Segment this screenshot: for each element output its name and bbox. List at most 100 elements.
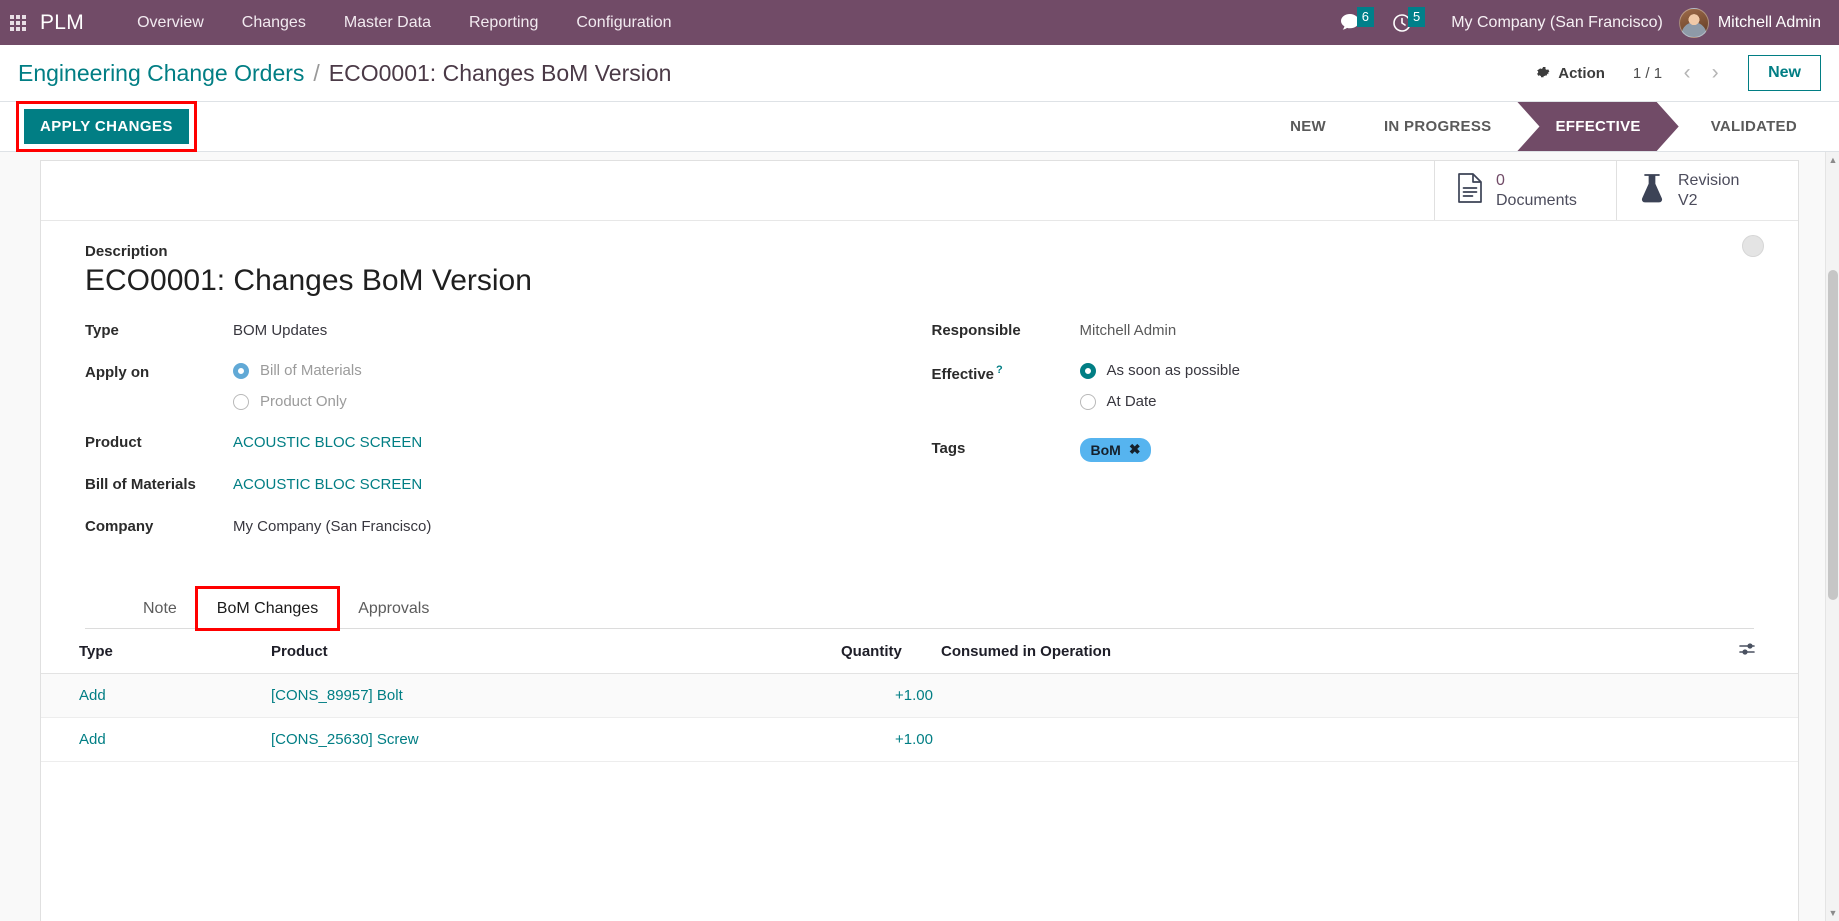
action-label: Action: [1558, 64, 1605, 82]
menu-item-configuration[interactable]: Configuration: [557, 3, 690, 43]
label-effective-text: Effective: [931, 366, 995, 383]
description-label: Description: [85, 243, 168, 260]
row-product-link[interactable]: [CONS_25630] Screw: [271, 731, 419, 748]
description-input[interactable]: ECO0001: Changes BoM Version: [85, 264, 1754, 298]
table-row[interactable]: Add [CONS_25630] Screw +1.00: [41, 717, 1798, 762]
tab-approvals[interactable]: Approvals: [338, 588, 449, 629]
label-tags: Tags: [931, 440, 966, 457]
stage-statusbar: NEW IN PROGRESS EFFECTIVE VALIDATED: [1258, 102, 1839, 151]
tags-field[interactable]: BoM ✖: [1079, 438, 1151, 462]
close-icon[interactable]: ✖: [1129, 441, 1141, 458]
apply-changes-button[interactable]: APPLY CHANGES: [24, 109, 189, 144]
form-body: Description ECO0001: Changes BoM Version…: [41, 221, 1798, 631]
row-product-link[interactable]: [CONS_89957] Bolt: [271, 687, 403, 704]
messages-badge: 6: [1356, 6, 1374, 27]
tab-bom-changes[interactable]: BoM Changes: [194, 586, 341, 631]
row-quantity[interactable]: +1.00: [895, 687, 933, 704]
scroll-down-arrow[interactable]: ▼: [1828, 907, 1838, 919]
breadcrumb-root-link[interactable]: Engineering Change Orders: [18, 60, 304, 87]
scroll-up-arrow[interactable]: ▲: [1828, 154, 1838, 166]
field-row-company: Company My Company (San Francisco): [85, 516, 920, 540]
stage-new[interactable]: NEW: [1258, 102, 1352, 151]
label-bill-of-materials: Bill of Materials: [85, 476, 196, 493]
cell-operation[interactable]: [941, 673, 1738, 718]
column-header-product[interactable]: Product: [271, 629, 841, 674]
flask-icon: [1639, 173, 1665, 208]
vertical-scrollbar[interactable]: ▲ ▼: [1825, 152, 1839, 921]
activities-button[interactable]: 5: [1384, 0, 1435, 45]
menu-item-master-data[interactable]: Master Data: [325, 3, 450, 43]
user-menu[interactable]: Mitchell Admin: [1678, 7, 1825, 38]
company-switcher[interactable]: My Company (San Francisco): [1435, 14, 1679, 32]
column-header-consumed-in-operation[interactable]: Consumed in Operation: [941, 629, 1738, 674]
radio-at-date[interactable]: At Date: [1079, 393, 1240, 410]
breadcrumb-separator: /: [313, 59, 320, 86]
row-quantity[interactable]: +1.00: [895, 731, 933, 748]
tag-label: BoM: [1090, 441, 1121, 458]
form-column-right: Responsible Mitchell Admin Effective? As…: [920, 320, 1755, 558]
radio-circle-icon: [1079, 393, 1096, 410]
label-product: Product: [85, 434, 142, 451]
pager-previous-button[interactable]: ‹: [1674, 59, 1700, 87]
apply-changes-highlight: APPLY CHANGES: [16, 101, 197, 152]
field-row-apply-on: Apply on Bill of Materials Product Only: [85, 362, 920, 410]
row-type-link[interactable]: Add: [79, 731, 106, 748]
label-effective: Effective?: [932, 362, 1080, 383]
messages-button[interactable]: 6: [1332, 0, 1384, 45]
tab-note[interactable]: Note: [123, 588, 197, 629]
stage-effective[interactable]: EFFECTIVE: [1517, 102, 1678, 151]
label-responsible: Responsible: [931, 322, 1021, 339]
table-row[interactable]: Add [CONS_89957] Bolt +1.00: [41, 673, 1798, 718]
column-header-quantity[interactable]: Quantity: [841, 629, 941, 674]
label-company: Company: [85, 518, 154, 535]
column-header-type[interactable]: Type: [41, 629, 271, 674]
table-head: Type Product Quantity Consumed in Operat…: [41, 629, 1798, 674]
radio-label-bill-of-materials: Bill of Materials: [260, 362, 362, 379]
activity-status-indicator[interactable]: [1742, 235, 1764, 257]
notebook: Note BoM Changes Approvals: [85, 586, 1754, 631]
documents-label: Documents: [1496, 191, 1577, 209]
gear-icon: [1537, 66, 1550, 77]
stat-button-box: 0 Documents Revision V2: [41, 161, 1798, 221]
stat-text-revision: Revision V2: [1678, 171, 1739, 210]
scrollbar-thumb[interactable]: [1828, 270, 1838, 600]
field-row-effective: Effective? As soon as possible At Date: [932, 362, 1755, 410]
pager-next-button[interactable]: ›: [1702, 59, 1728, 87]
activities-badge: 5: [1407, 6, 1426, 27]
app-brand-plm[interactable]: PLM: [40, 11, 84, 35]
cell-quantity: +1.00: [841, 673, 941, 718]
radio-bill-of-materials[interactable]: Bill of Materials: [233, 362, 362, 379]
tag-bom[interactable]: BoM ✖: [1079, 438, 1151, 462]
value-product-link[interactable]: ACOUSTIC BLOC SCREEN: [233, 432, 422, 451]
value-responsible[interactable]: Mitchell Admin: [1080, 320, 1177, 339]
radio-label-at-date: At Date: [1106, 393, 1157, 410]
pager-count: 1 / 1: [1632, 64, 1663, 82]
field-row-type: Type BOM Updates: [85, 320, 920, 344]
form-columns: Type BOM Updates Apply on Bill of Materi…: [85, 320, 1754, 558]
sliders-icon[interactable]: [1738, 641, 1758, 661]
cell-product: [CONS_25630] Screw: [271, 717, 841, 762]
action-menu-button[interactable]: Action: [1524, 59, 1617, 88]
apps-grid-icon[interactable]: [10, 14, 26, 31]
menu-item-overview[interactable]: Overview: [118, 3, 223, 43]
stage-validated[interactable]: VALIDATED: [1679, 102, 1823, 151]
bom-changes-table: Type Product Quantity Consumed in Operat…: [41, 629, 1798, 762]
help-tooltip-icon[interactable]: ?: [996, 364, 1003, 376]
record-sheet: 0 Documents Revision V2 Description ECO0…: [40, 160, 1799, 921]
new-button[interactable]: New: [1748, 55, 1821, 91]
value-bill-of-materials-link[interactable]: ACOUSTIC BLOC SCREEN: [233, 474, 422, 493]
radio-group-effective: As soon as possible At Date: [1079, 362, 1240, 410]
stat-button-documents[interactable]: 0 Documents: [1434, 161, 1616, 220]
menu-item-reporting[interactable]: Reporting: [450, 3, 557, 43]
value-type[interactable]: BOM Updates: [233, 320, 327, 339]
stage-in-progress[interactable]: IN PROGRESS: [1352, 102, 1518, 151]
menu-item-changes[interactable]: Changes: [223, 3, 325, 43]
radio-circle-icon: [233, 362, 249, 379]
radio-product-only[interactable]: Product Only: [233, 393, 362, 410]
row-type-link[interactable]: Add: [79, 687, 106, 704]
radio-as-soon-as-possible[interactable]: As soon as possible: [1079, 362, 1240, 379]
cell-operation[interactable]: [941, 717, 1738, 762]
value-company[interactable]: My Company (San Francisco): [233, 516, 431, 535]
radio-group-apply-on: Bill of Materials Product Only: [233, 362, 362, 410]
stat-button-revision[interactable]: Revision V2: [1616, 161, 1798, 220]
